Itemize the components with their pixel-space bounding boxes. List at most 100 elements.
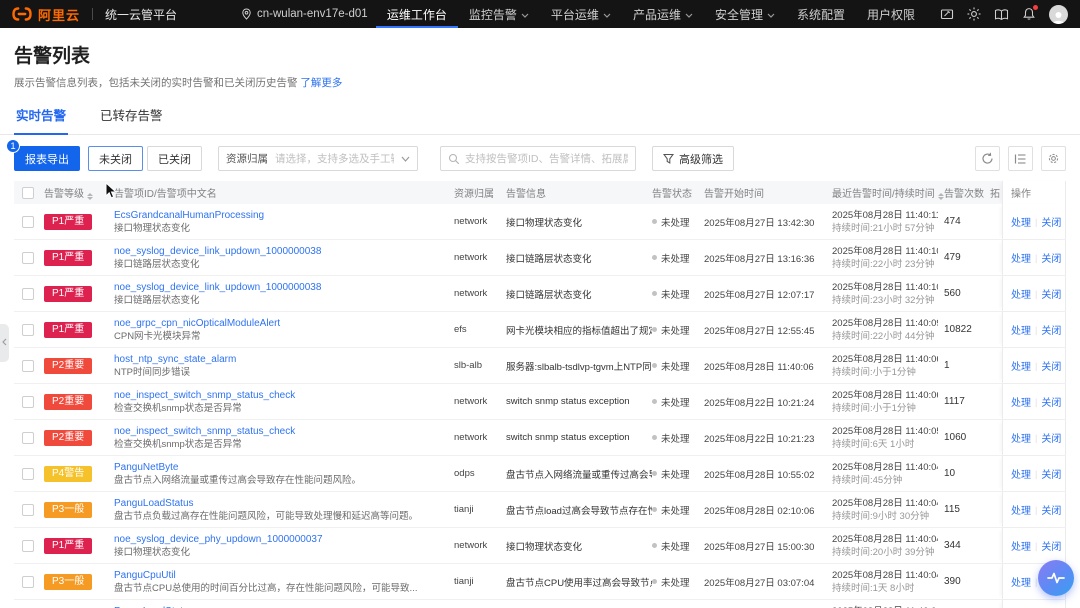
learn-more-link[interactable]: 了解更多 — [300, 77, 342, 89]
alert-id-link[interactable]: noe_inspect_switch_snmp_status_check — [114, 389, 448, 402]
nav-item-monitor-alert[interactable]: 监控告警 — [458, 0, 540, 28]
resource-owner: network — [454, 432, 488, 443]
handle-action-link[interactable]: 处理 — [1011, 358, 1031, 373]
alert-id-link[interactable]: noe_syslog_device_link_updown_1000000038 — [114, 281, 448, 294]
column-list-icon[interactable] — [1008, 146, 1033, 171]
alert-id-link[interactable]: noe_syslog_device_phy_updown_1000000037 — [114, 533, 448, 546]
tab-realtime-alerts[interactable]: 实时告警 — [14, 103, 69, 135]
nav-item-system-config[interactable]: 系统配置 — [786, 0, 856, 28]
alert-name: 接口链路层状态变化 — [114, 258, 200, 270]
row-checkbox[interactable] — [22, 503, 34, 516]
ai-assistant-button[interactable] — [1038, 560, 1074, 596]
advanced-filter-badge: 1 — [6, 139, 20, 153]
handle-action-link[interactable]: 处理 — [1011, 502, 1031, 517]
nav-item-product-ops[interactable]: 产品运维 — [622, 0, 704, 28]
search-input[interactable] — [465, 152, 628, 165]
alert-recent-time: 2025年08月28日 11:40:04 — [832, 605, 938, 608]
nav-item-ops-workbench[interactable]: 运维工作台 — [376, 0, 458, 28]
alert-duration: 持续时间:22小时 23分钟 — [832, 258, 935, 270]
row-checkbox[interactable] — [22, 251, 34, 264]
tab-archived-alerts[interactable]: 已转存告警 — [98, 103, 165, 134]
closed-filter-button[interactable]: 已关闭 — [147, 146, 202, 171]
table-row: P2重要 noe_inspect_switch_snmp_status_chec… — [14, 384, 1066, 420]
row-checkbox[interactable] — [22, 287, 34, 300]
resource-owner: odps — [454, 468, 475, 479]
status-dot-icon — [652, 291, 657, 296]
panel-collapse-handle[interactable] — [0, 324, 9, 362]
alert-count: 560 — [944, 288, 961, 299]
alert-id-link[interactable]: noe_grpc_cpn_nicOpticalModuleAlert — [114, 317, 448, 330]
refresh-icon[interactable] — [975, 146, 1000, 171]
sun-icon[interactable] — [967, 7, 981, 21]
environment-selector[interactable]: cn-wulan-env17e-d01 — [241, 8, 368, 20]
ops-divider: | — [1035, 576, 1038, 587]
nav-item-security[interactable]: 安全管理 — [704, 0, 786, 28]
col-level: 告警等级 — [44, 189, 84, 200]
handle-action-link[interactable]: 处理 — [1011, 214, 1031, 229]
handle-action-link[interactable]: 处理 — [1011, 466, 1031, 481]
alert-id-link[interactable]: host_ntp_sync_state_alarm — [114, 353, 448, 366]
close-action-link[interactable]: 关闭 — [1041, 286, 1061, 301]
row-checkbox[interactable] — [22, 395, 34, 408]
nav-item-platform-ops[interactable]: 平台运维 — [540, 0, 622, 28]
alert-id-link[interactable]: PanguLoadStatus — [114, 497, 448, 510]
alert-name: 接口链路层状态变化 — [114, 294, 200, 306]
sort-icon[interactable] — [87, 193, 93, 200]
close-action-link[interactable]: 关闭 — [1041, 502, 1061, 517]
chevron-left-icon — [2, 338, 7, 348]
handle-action-link[interactable]: 处理 — [1011, 394, 1031, 409]
status-dot-icon — [652, 579, 657, 584]
close-action-link[interactable]: 关闭 — [1041, 214, 1061, 229]
alert-id-link[interactable]: noe_syslog_device_link_updown_1000000038 — [114, 245, 448, 258]
status-dot-icon — [652, 471, 657, 476]
advanced-filter-button[interactable]: 高级筛选 — [652, 146, 734, 171]
close-action-link[interactable]: 关闭 — [1041, 250, 1061, 265]
handle-action-link[interactable]: 处理 — [1011, 250, 1031, 265]
avatar[interactable] — [1049, 4, 1068, 24]
alibaba-cloud-logo[interactable]: 阿里云 统一云管平台 — [12, 5, 177, 24]
row-checkbox[interactable] — [22, 215, 34, 228]
export-report-button[interactable]: 报表导出 — [14, 146, 80, 171]
table-body: P1严重 EcsGrandcanalHumanProcessing 接口物理状态… — [14, 204, 1066, 608]
alert-id-link[interactable]: PanguNetByte — [114, 461, 448, 474]
row-checkbox[interactable] — [22, 323, 34, 336]
alert-id-link[interactable]: EcsGrandcanalHumanProcessing — [114, 209, 448, 222]
row-checkbox[interactable] — [22, 539, 34, 552]
close-action-link[interactable]: 关闭 — [1041, 430, 1061, 445]
nav-item-user-permission[interactable]: 用户权限 — [856, 0, 926, 28]
close-action-link[interactable]: 关闭 — [1041, 466, 1061, 481]
alert-id-link[interactable]: PanguLoadStatus — [114, 605, 448, 608]
row-checkbox[interactable] — [22, 431, 34, 444]
feedback-icon[interactable] — [940, 8, 954, 21]
close-action-link[interactable]: 关闭 — [1041, 538, 1061, 553]
ops-divider: | — [1035, 288, 1038, 299]
book-icon[interactable] — [994, 8, 1009, 21]
gear-icon[interactable] — [1041, 146, 1066, 171]
close-action-link[interactable]: 关闭 — [1041, 358, 1061, 373]
col-ops: 操作 — [1002, 181, 1066, 204]
row-checkbox[interactable] — [22, 467, 34, 480]
bell-icon[interactable] — [1022, 5, 1038, 21]
alert-id-link[interactable]: noe_inspect_switch_snmp_status_check — [114, 425, 448, 438]
alert-start-time: 2025年08月27日 13:42:30 — [704, 217, 815, 229]
open-filter-button[interactable]: 未关闭 — [88, 146, 143, 171]
row-checkbox[interactable] — [22, 575, 34, 588]
alert-duration: 持续时间:45分钟 — [832, 474, 903, 486]
alert-start-time: 2025年08月27日 03:07:04 — [704, 577, 815, 589]
close-action-link[interactable]: 关闭 — [1041, 394, 1061, 409]
sort-icon[interactable] — [937, 193, 944, 200]
close-action-link[interactable]: 关闭 — [1041, 322, 1061, 337]
alert-recent-time: 2025年08月28日 11:40:06 — [832, 389, 938, 401]
select-all-checkbox[interactable] — [22, 186, 34, 199]
handle-action-link[interactable]: 处理 — [1011, 538, 1031, 553]
alert-id-link[interactable]: PanguCpuUtil — [114, 569, 448, 582]
alert-count: 474 — [944, 216, 961, 227]
table-row: P2重要 host_ntp_sync_state_alarm NTP时间同步错误… — [14, 348, 1066, 384]
alert-count: 115 — [944, 504, 960, 515]
resource-select[interactable]: 资源归属 请选择，支持多选及手工输入 — [218, 146, 418, 171]
handle-action-link[interactable]: 处理 — [1011, 430, 1031, 445]
row-checkbox[interactable] — [22, 359, 34, 372]
handle-action-link[interactable]: 处理 — [1011, 574, 1031, 589]
handle-action-link[interactable]: 处理 — [1011, 286, 1031, 301]
handle-action-link[interactable]: 处理 — [1011, 322, 1031, 337]
